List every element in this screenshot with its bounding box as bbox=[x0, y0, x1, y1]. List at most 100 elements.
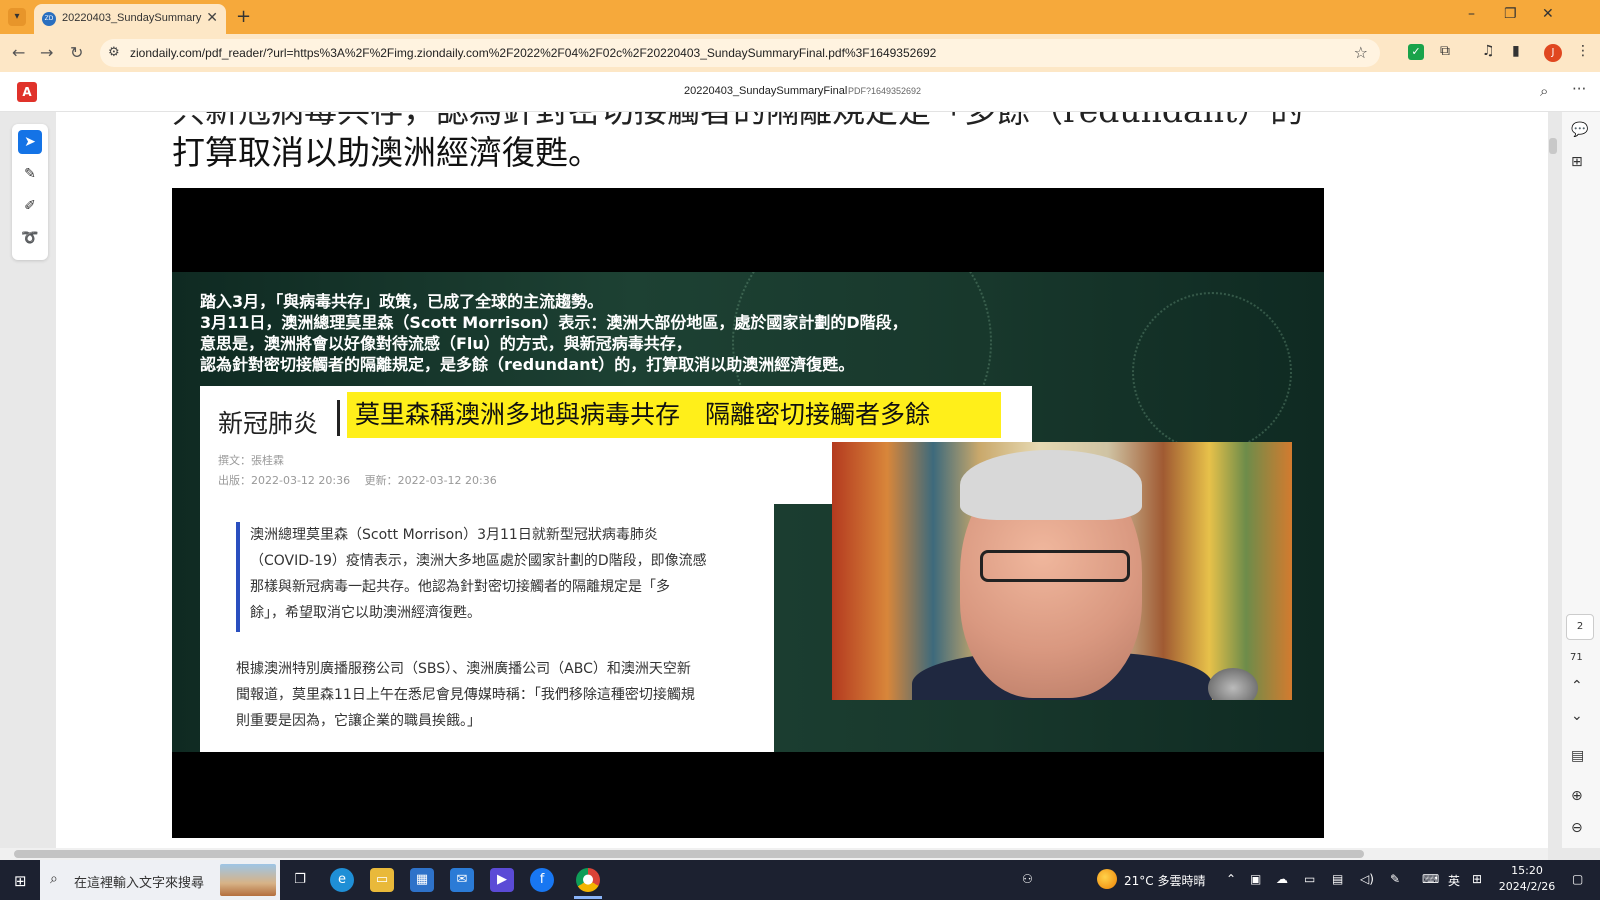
bookmark-star-icon[interactable]: ☆ bbox=[1354, 43, 1368, 62]
media-control-icon[interactable]: ♫ bbox=[1482, 43, 1495, 59]
tray-chevron-up-icon[interactable]: ⌃ bbox=[1226, 872, 1236, 886]
clock-date: 2024/2/26 bbox=[1498, 880, 1556, 893]
windows-start-icon[interactable]: ⊞ bbox=[14, 872, 27, 890]
clip-author: 撰文：張桂霖 bbox=[218, 454, 284, 467]
zoom-in-icon[interactable]: ⊕ bbox=[1571, 788, 1583, 804]
current-page-input[interactable]: 2 bbox=[1566, 614, 1594, 640]
vertical-scroll-thumb[interactable] bbox=[1549, 138, 1557, 154]
pdf-file-title: 20220403_SundaySummaryFinal bbox=[684, 85, 848, 97]
clip-headline: 莫里森稱澳洲多地與病毒共存 隔離密切接觸者多餘 bbox=[347, 392, 1001, 438]
taskbar-search-box[interactable]: ⌕ 在這裡輸入文字來搜尋 bbox=[40, 860, 280, 900]
body-text-line: 打算取消以助澳洲經濟復甦。 bbox=[172, 133, 601, 172]
microphone-shape bbox=[1208, 668, 1258, 700]
thumbnails-grid-icon[interactable]: ⊞ bbox=[1571, 154, 1583, 170]
windows-taskbar: ⊞ ⌕ 在這裡輸入文字來搜尋 ❐ e ▭ ▦ ✉ ▶ f ● ⚇ 21°C 多雲… bbox=[0, 860, 1600, 900]
tab-title: 20220403_SundaySummaryF bbox=[62, 12, 202, 24]
clip-dates: 出版：2022-03-12 20:36 更新：2022-03-12 20:36 bbox=[218, 474, 497, 487]
zoom-out-icon[interactable]: ⊖ bbox=[1571, 820, 1583, 836]
browser-tab-strip: ▾ ZD 20220403_SundaySummaryF ✕ + – ❐ ✕ bbox=[0, 0, 1600, 34]
restore-icon[interactable]: ❐ bbox=[1504, 6, 1517, 22]
embedded-video-frame: 踏入3月，「與病毒共存」政策，已成了全球的主流趨勢。 3月11日，澳洲總理莫里森… bbox=[172, 188, 1324, 838]
paragraph-line: 根據澳洲特別廣播服務公司（SBS）、澳洲廣播公司（ABC）和澳洲天空新 bbox=[236, 661, 691, 677]
file-explorer-icon[interactable]: ▭ bbox=[370, 868, 394, 892]
taskbar-clock[interactable]: 15:20 2024/2/26 bbox=[1496, 863, 1558, 895]
tab-search-chevron-down-icon[interactable]: ▾ bbox=[8, 8, 26, 26]
search-icon: ⌕ bbox=[50, 871, 58, 887]
quote-line: （COVID-19）疫情表示，澳洲大多地區處於國家計劃的D階段，即像流感 bbox=[250, 553, 707, 569]
tray-device-icon[interactable]: ▣ bbox=[1250, 872, 1261, 886]
comments-panel-icon[interactable]: 💬 bbox=[1571, 122, 1588, 138]
document-properties-icon[interactable]: ▤ bbox=[1571, 748, 1584, 764]
back-arrow-icon[interactable]: ← bbox=[12, 43, 25, 62]
paragraph-line: 聞報道，莫里森11日上午在悉尼會見傳媒時稱：「我們移除這種密切接觸規 bbox=[236, 687, 695, 703]
browser-tab[interactable]: ZD 20220403_SundaySummaryF ✕ bbox=[34, 4, 226, 34]
horizontal-scrollbar[interactable] bbox=[0, 848, 1548, 860]
previous-page-chevron-up-icon[interactable]: ⌃ bbox=[1571, 678, 1583, 694]
virus-background-graphic bbox=[1132, 292, 1292, 452]
ime-mode-icon[interactable]: ⊞ bbox=[1472, 872, 1482, 886]
pdf-tool-rail: ➤ ✎ ✐ ➰ bbox=[12, 124, 48, 260]
ime-language-indicator[interactable]: 英 bbox=[1448, 872, 1460, 889]
clip-category-label: 新冠肺炎 bbox=[218, 409, 319, 438]
pdf-more-options-icon[interactable]: ··· bbox=[1572, 80, 1586, 98]
extensions-puzzle-icon[interactable]: ⧉ bbox=[1440, 43, 1450, 59]
weather-cloud-sun-icon[interactable] bbox=[1097, 869, 1117, 889]
notification-center-icon[interactable]: ▢ bbox=[1572, 872, 1583, 886]
extension-checkmark-icon[interactable]: ✓ bbox=[1408, 44, 1424, 60]
battery-icon[interactable]: ▭ bbox=[1304, 872, 1315, 886]
microsoft-store-icon[interactable]: ▦ bbox=[410, 868, 434, 892]
address-bar[interactable]: ⚙ ziondaily.com/pdf_reader/?url=https%3A… bbox=[100, 39, 1380, 67]
pdf-document-area[interactable]: 只新冠病毒共存，認為針對密切接觸者的隔離規定是「多餘（redundant）的 打… bbox=[56, 112, 1548, 848]
highlight-pen-icon[interactable]: ✐ bbox=[18, 194, 42, 218]
quote-accent-bar bbox=[236, 522, 240, 632]
accessibility-icon[interactable]: ⚇ bbox=[1022, 872, 1033, 886]
draw-lasso-icon[interactable]: ➰ bbox=[18, 226, 42, 250]
slide-caption-line: 認為針對密切接觸者的隔離規定，是多餘（redundant）的，打算取消以助澳洲經… bbox=[200, 355, 855, 374]
news-slide: 踏入3月，「與病毒共存」政策，已成了全球的主流趨勢。 3月11日，澳洲總理莫里森… bbox=[172, 272, 1324, 752]
acrobat-logo-icon: A bbox=[17, 82, 37, 102]
pdf-search-icon[interactable]: ⌕ bbox=[1540, 82, 1548, 100]
next-page-chevron-down-icon[interactable]: ⌄ bbox=[1571, 708, 1583, 724]
site-favicon-icon: ZD bbox=[42, 12, 56, 26]
weather-text[interactable]: 21°C 多雲時晴 bbox=[1124, 872, 1205, 889]
mail-icon[interactable]: ✉ bbox=[450, 868, 474, 892]
add-comment-icon[interactable]: ✎ bbox=[18, 162, 42, 186]
media-app-icon[interactable]: ▶ bbox=[490, 868, 514, 892]
tab-close-icon[interactable]: ✕ bbox=[206, 10, 218, 26]
url-text[interactable]: ziondaily.com/pdf_reader/?url=https%3A%2… bbox=[130, 46, 936, 60]
side-panel-icon[interactable]: ▮ bbox=[1512, 43, 1520, 59]
forward-arrow-icon[interactable]: → bbox=[40, 43, 53, 62]
volume-icon[interactable]: ◁) bbox=[1360, 872, 1374, 886]
onedrive-cloud-icon[interactable]: ☁ bbox=[1276, 872, 1288, 886]
select-cursor-icon[interactable]: ➤ bbox=[18, 130, 42, 154]
reload-icon[interactable]: ↻ bbox=[70, 43, 83, 62]
site-info-tune-icon[interactable]: ⚙ bbox=[108, 45, 120, 60]
taskbar-search-placeholder: 在這裡輸入文字來搜尋 bbox=[74, 876, 205, 891]
keyboard-icon[interactable]: ⌨ bbox=[1422, 872, 1439, 886]
edge-browser-icon[interactable]: e bbox=[330, 868, 354, 892]
menu-kebab-icon[interactable]: ⋮ bbox=[1576, 43, 1590, 59]
photo-hair-shape bbox=[960, 450, 1142, 520]
new-tab-plus-icon[interactable]: + bbox=[236, 6, 251, 27]
active-app-indicator bbox=[574, 896, 602, 899]
pdf-right-rail: 💬 ⊞ 2 71 ⌃ ⌄ ▤ ⊕ ⊖ bbox=[1562, 112, 1600, 848]
pdf-file-subtitle: PDF?1649352692 bbox=[848, 86, 922, 96]
task-view-icon[interactable]: ❐ bbox=[288, 868, 312, 892]
window-close-icon[interactable]: ✕ bbox=[1542, 6, 1554, 22]
minimize-icon[interactable]: – bbox=[1468, 6, 1475, 22]
pen-icon[interactable]: ✎ bbox=[1390, 872, 1400, 886]
pdf-viewer-header: A 20220403_SundaySummaryFinal PDF?164935… bbox=[0, 72, 1600, 112]
total-pages-label: 71 bbox=[1570, 652, 1583, 663]
news-clip-body: 澳洲總理莫里森（Scott Morrison）3月11日就新型冠狀病毒肺炎 （C… bbox=[200, 504, 774, 752]
quote-line: 澳洲總理莫里森（Scott Morrison）3月11日就新型冠狀病毒肺炎 bbox=[250, 527, 658, 543]
network-icon[interactable]: ▤ bbox=[1332, 872, 1343, 886]
facebook-icon[interactable]: f bbox=[530, 868, 554, 892]
pdf-page: 只新冠病毒共存，認為針對密切接觸者的隔離規定是「多餘（redundant）的 打… bbox=[56, 112, 1548, 848]
vertical-scrollbar[interactable] bbox=[1548, 112, 1558, 848]
quote-line: 那樣與新冠病毒一起共存。他認為針對密切接觸者的隔離規定是「多 bbox=[250, 579, 670, 595]
profile-avatar[interactable]: J bbox=[1544, 44, 1562, 62]
horizontal-scroll-thumb[interactable] bbox=[14, 850, 1364, 858]
browser-toolbar: ← → ↻ ⚙ ziondaily.com/pdf_reader/?url=ht… bbox=[0, 34, 1600, 72]
chrome-browser-icon[interactable]: ● bbox=[576, 868, 600, 892]
search-highlight-image[interactable] bbox=[220, 864, 276, 896]
